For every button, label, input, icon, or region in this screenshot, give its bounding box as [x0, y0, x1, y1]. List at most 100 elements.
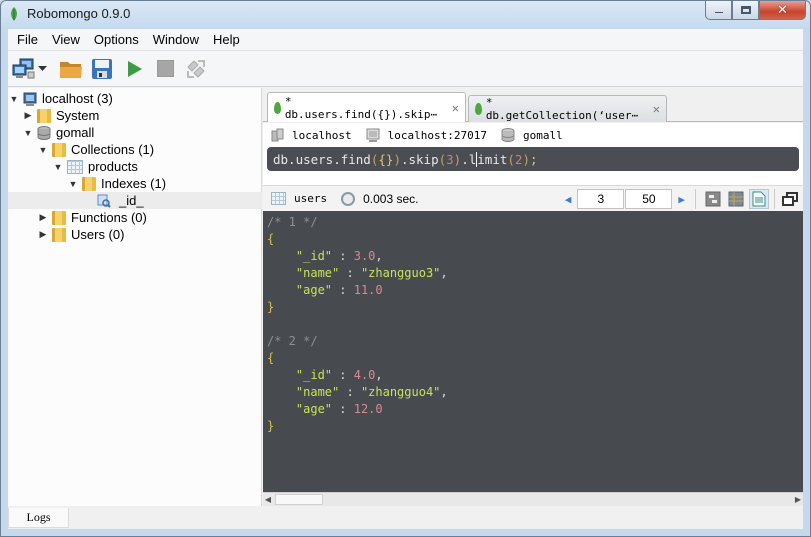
tree-node-products[interactable]: ▼ products — [52, 158, 138, 175]
tab-query-2[interactable]: * db.getCollection(‘user⋯ ✕ — [468, 95, 667, 122]
mongo-leaf-icon — [475, 103, 482, 115]
connection-server: localhost — [292, 128, 352, 142]
menu-help[interactable]: Help — [206, 32, 247, 47]
folder-icon — [82, 176, 96, 191]
tab-query-1[interactable]: * db.users.find({}).skip⋯ ✕ — [267, 92, 466, 122]
clock-icon — [341, 191, 356, 206]
prev-page-icon[interactable]: ◀ — [565, 193, 572, 206]
close-brace: } — [267, 300, 275, 314]
title-bar: Robomongo 0.9.0 ✕ — [1, 1, 810, 27]
client-area: File View Options Window Help ▼ localhos… — [8, 29, 803, 529]
menu-view[interactable]: View — [45, 32, 87, 47]
computers-icon — [12, 58, 35, 78]
field-key: "age" — [267, 283, 333, 297]
expanded-arrow-icon[interactable]: ▼ — [52, 162, 64, 172]
tree-node-label: products — [88, 159, 138, 174]
menu-options[interactable]: Options — [87, 32, 146, 47]
tree-node-label: localhost (3) — [42, 91, 113, 106]
menu-bar: File View Options Window Help — [8, 29, 803, 51]
orientation-button[interactable] — [184, 55, 208, 83]
connect-dropdown-button[interactable] — [38, 55, 47, 83]
document-comment: /* 1 */ — [267, 215, 318, 229]
play-icon — [128, 60, 142, 77]
field-value: "zhangguo4" — [360, 385, 441, 399]
close-tab-icon[interactable]: ✕ — [452, 101, 459, 115]
menu-file[interactable]: File — [10, 32, 45, 47]
next-page-icon[interactable]: ▶ — [678, 193, 685, 206]
tree-node-system[interactable]: ▶ System — [22, 107, 100, 124]
tree-node-users[interactable]: ▶ Users (0) — [37, 226, 125, 243]
collapsed-arrow-icon[interactable]: ▶ — [37, 212, 49, 223]
limit-input[interactable]: 50 — [625, 189, 673, 209]
open-brace: { — [267, 351, 275, 365]
table-view-button[interactable] — [726, 189, 746, 209]
save-button[interactable] — [91, 55, 113, 83]
expanded-arrow-icon[interactable]: ▼ — [22, 128, 34, 138]
maximize-button[interactable] — [732, 1, 759, 20]
close-brace: } — [267, 419, 275, 433]
collapsed-arrow-icon[interactable]: ▶ — [22, 110, 34, 121]
tree-node-functions[interactable]: ▶ Functions (0) — [37, 209, 147, 226]
connection-address: localhost:27017 — [387, 128, 487, 142]
text-cursor — [476, 151, 478, 167]
scroll-left-icon[interactable]: ◀ — [263, 493, 273, 506]
tree-node-indexes[interactable]: ▼ Indexes (1) — [67, 175, 167, 192]
query-editor[interactable]: db.users.find({}) .skip(3) .l imit(2); — [267, 147, 799, 171]
scrollbar-thumb[interactable] — [275, 494, 323, 505]
mongo-leaf-icon — [274, 101, 281, 114]
results-output[interactable]: /* 1 */ { "_id" : 3.0, "name" : "zhangguo… — [263, 211, 803, 492]
app-window: Robomongo 0.9.0 ✕ File View Options Wind… — [0, 0, 811, 537]
maximize-icon — [740, 6, 751, 14]
close-tab-icon[interactable]: ✕ — [653, 102, 660, 116]
field-key: "name" — [267, 385, 340, 399]
window-title: Robomongo 0.9.0 — [27, 6, 131, 21]
result-document: /* 2 */ { "_id" : 4.0, "name" : "zhangguo… — [267, 333, 803, 435]
collapsed-arrow-icon[interactable]: ▶ — [37, 229, 49, 240]
text-view-button[interactable] — [749, 189, 769, 209]
document-field: "age" : 11.0 — [267, 283, 383, 297]
connection-info: localhost localhost:27017 gomall — [263, 123, 803, 147]
monitor-icon — [366, 128, 380, 142]
tree-node-label: gomall — [56, 125, 95, 140]
document-field: "_id" : 4.0, — [267, 368, 383, 382]
expanded-arrow-icon[interactable]: ▼ — [37, 145, 49, 155]
tab-label: * db.users.find({}).skip⋯ — [284, 94, 438, 121]
close-button[interactable]: ✕ — [759, 1, 806, 20]
tree-node-label: Functions (0) — [71, 210, 147, 225]
field-key: "age" — [267, 402, 333, 416]
tab-label: * db.getCollection(‘user⋯ — [485, 96, 639, 122]
query-panel: localhost localhost:27017 gomall db.user… — [263, 123, 803, 506]
expanded-arrow-icon[interactable]: ▼ — [8, 94, 20, 104]
field-value: 12.0 — [353, 402, 383, 416]
stop-icon — [157, 60, 174, 77]
mongo-leaf-icon — [11, 7, 17, 21]
skip-input[interactable]: 3 — [577, 189, 625, 209]
logs-tab[interactable]: Logs — [8, 508, 69, 528]
server-icon — [23, 92, 37, 106]
horizontal-scrollbar[interactable]: ◀ ▶ — [263, 492, 803, 506]
tree-node-gomall[interactable]: ▼ gomall — [22, 124, 95, 141]
execute-button[interactable] — [127, 55, 143, 83]
expanded-arrow-icon[interactable]: ▼ — [67, 179, 79, 189]
tree-node-collections[interactable]: ▼ Collections (1) — [37, 141, 155, 158]
maximize-results-button[interactable] — [780, 189, 800, 209]
scroll-right-icon[interactable]: ▶ — [793, 493, 803, 506]
field-key: "_id" — [267, 368, 333, 382]
folder-icon — [52, 227, 66, 242]
tree-node-label: Indexes (1) — [101, 176, 167, 191]
window-restore-icon — [782, 192, 798, 206]
folder-icon — [52, 142, 66, 157]
open-button[interactable] — [59, 55, 83, 83]
field-value: 3.0 — [353, 249, 376, 263]
results-toolbar: users 0.003 sec. ◀ 3 50 ▶ — [263, 185, 803, 211]
menu-window[interactable]: Window — [146, 32, 206, 47]
connect-button[interactable] — [12, 55, 36, 83]
stop-button[interactable] — [157, 55, 174, 83]
tree-node-localhost[interactable]: ▼ localhost (3) — [8, 90, 113, 107]
tree-view-button[interactable] — [703, 189, 723, 209]
folder-open-icon — [60, 61, 82, 78]
field-value: 4.0 — [353, 368, 376, 382]
tree-node-id-index[interactable]: _id_ — [8, 192, 262, 209]
minimize-button[interactable] — [705, 1, 732, 20]
table-view-icon — [728, 191, 744, 207]
